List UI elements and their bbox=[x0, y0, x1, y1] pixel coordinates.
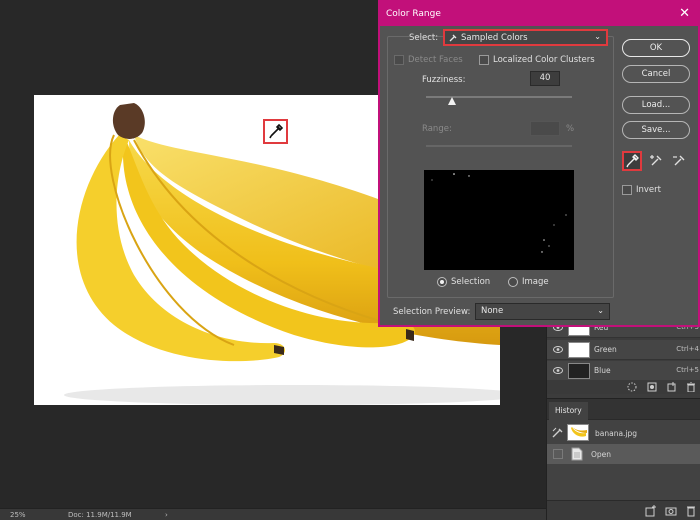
eyedropper-icon bbox=[626, 154, 639, 168]
channel-row-green[interactable]: Green Ctrl+4 bbox=[547, 340, 700, 360]
chevron-down-icon: ⌄ bbox=[597, 306, 604, 315]
channel-thumbnail bbox=[568, 363, 590, 379]
history-snapshot[interactable]: banana.jpg bbox=[547, 422, 700, 444]
subtract-from-sample-tool-button[interactable] bbox=[671, 153, 691, 173]
eyedropper-icon bbox=[449, 34, 457, 42]
channel-thumbnail bbox=[568, 342, 590, 358]
range-unit: % bbox=[566, 124, 575, 134]
history-toolbar bbox=[547, 500, 700, 520]
selection-preview-dropdown[interactable]: None ⌄ bbox=[475, 303, 610, 320]
trash-icon[interactable] bbox=[685, 505, 697, 517]
history-source-checkbox[interactable] bbox=[553, 449, 563, 459]
trash-icon[interactable] bbox=[686, 382, 696, 392]
select-label: Select: bbox=[409, 33, 439, 43]
status-bar: 25% Doc: 11.9M/11.9M › bbox=[0, 508, 546, 520]
channel-name: Green bbox=[594, 345, 617, 354]
detect-faces-checkbox[interactable] bbox=[394, 55, 404, 65]
channel-shortcut: Ctrl+4 bbox=[676, 345, 699, 353]
load-button[interactable]: Load... bbox=[622, 96, 690, 114]
range-label: Range: bbox=[422, 124, 452, 134]
dialog-titlebar[interactable]: Color Range ✕ bbox=[380, 2, 698, 26]
close-icon[interactable]: ✕ bbox=[679, 6, 690, 21]
fuzziness-input[interactable]: 40 bbox=[530, 71, 560, 86]
eyedropper-cursor-icon bbox=[263, 119, 288, 144]
mask-preview-image bbox=[431, 173, 567, 253]
selection-radio[interactable] bbox=[437, 277, 447, 287]
document-icon bbox=[571, 447, 583, 461]
cancel-button[interactable]: Cancel bbox=[622, 65, 690, 83]
selection-radio-label: Selection bbox=[451, 277, 491, 287]
range-input[interactable] bbox=[530, 121, 560, 136]
fuzziness-slider-thumb[interactable] bbox=[448, 97, 457, 105]
fuzziness-label: Fuzziness: bbox=[422, 75, 466, 85]
localized-clusters-checkbox[interactable] bbox=[479, 55, 489, 65]
eyedropper-tool-button[interactable] bbox=[622, 151, 642, 171]
zoom-level[interactable]: 25% bbox=[10, 511, 26, 519]
select-value: Sampled Colors bbox=[461, 33, 528, 43]
new-channel-icon[interactable] bbox=[667, 382, 677, 392]
add-to-sample-tool-button[interactable] bbox=[648, 153, 668, 173]
eyedropper-minus-icon bbox=[673, 155, 685, 166]
ok-button[interactable]: OK bbox=[622, 39, 690, 57]
localized-clusters-label: Localized Color Clusters bbox=[493, 55, 595, 65]
snapshot-name: banana.jpg bbox=[595, 429, 638, 438]
eyedropper-plus-icon bbox=[650, 155, 662, 166]
range-slider-track[interactable] bbox=[426, 145, 572, 147]
camera-icon[interactable] bbox=[665, 505, 677, 517]
history-step-name: Open bbox=[591, 450, 612, 459]
detect-faces-label: Detect Faces bbox=[408, 55, 463, 65]
save-button[interactable]: Save... bbox=[622, 121, 690, 139]
status-menu-arrow[interactable]: › bbox=[165, 511, 168, 519]
snapshot-thumbnail bbox=[567, 424, 589, 441]
image-radio-label: Image bbox=[522, 277, 549, 287]
selection-preview-thumbnail[interactable] bbox=[424, 170, 574, 270]
selection-preview-value: None bbox=[481, 306, 504, 316]
history-brush-icon[interactable] bbox=[551, 427, 565, 439]
eye-icon[interactable] bbox=[553, 367, 563, 374]
select-dropdown[interactable]: Sampled Colors ⌄ bbox=[443, 29, 608, 46]
image-radio[interactable] bbox=[508, 277, 518, 287]
tab-history[interactable]: History bbox=[549, 402, 588, 421]
chevron-down-icon: ⌄ bbox=[594, 32, 601, 41]
history-panel-header: History bbox=[547, 398, 700, 421]
history-state-open[interactable]: Open bbox=[547, 444, 700, 464]
eye-icon[interactable] bbox=[553, 346, 563, 353]
selection-preview-label: Selection Preview: bbox=[393, 307, 471, 317]
invert-label: Invert bbox=[636, 185, 661, 195]
doc-size: Doc: 11.9M/11.9M bbox=[68, 511, 132, 519]
dialog-title: Color Range bbox=[386, 9, 441, 19]
channel-row-blue[interactable]: Blue Ctrl+5 bbox=[547, 361, 700, 381]
channel-shortcut: Ctrl+5 bbox=[676, 366, 699, 374]
invert-checkbox[interactable] bbox=[622, 185, 632, 195]
new-document-from-state-icon[interactable] bbox=[645, 505, 657, 517]
load-selection-icon[interactable] bbox=[627, 382, 637, 392]
channel-name: Blue bbox=[594, 366, 611, 375]
save-selection-icon[interactable] bbox=[647, 382, 657, 392]
channels-toolbar bbox=[547, 380, 700, 394]
